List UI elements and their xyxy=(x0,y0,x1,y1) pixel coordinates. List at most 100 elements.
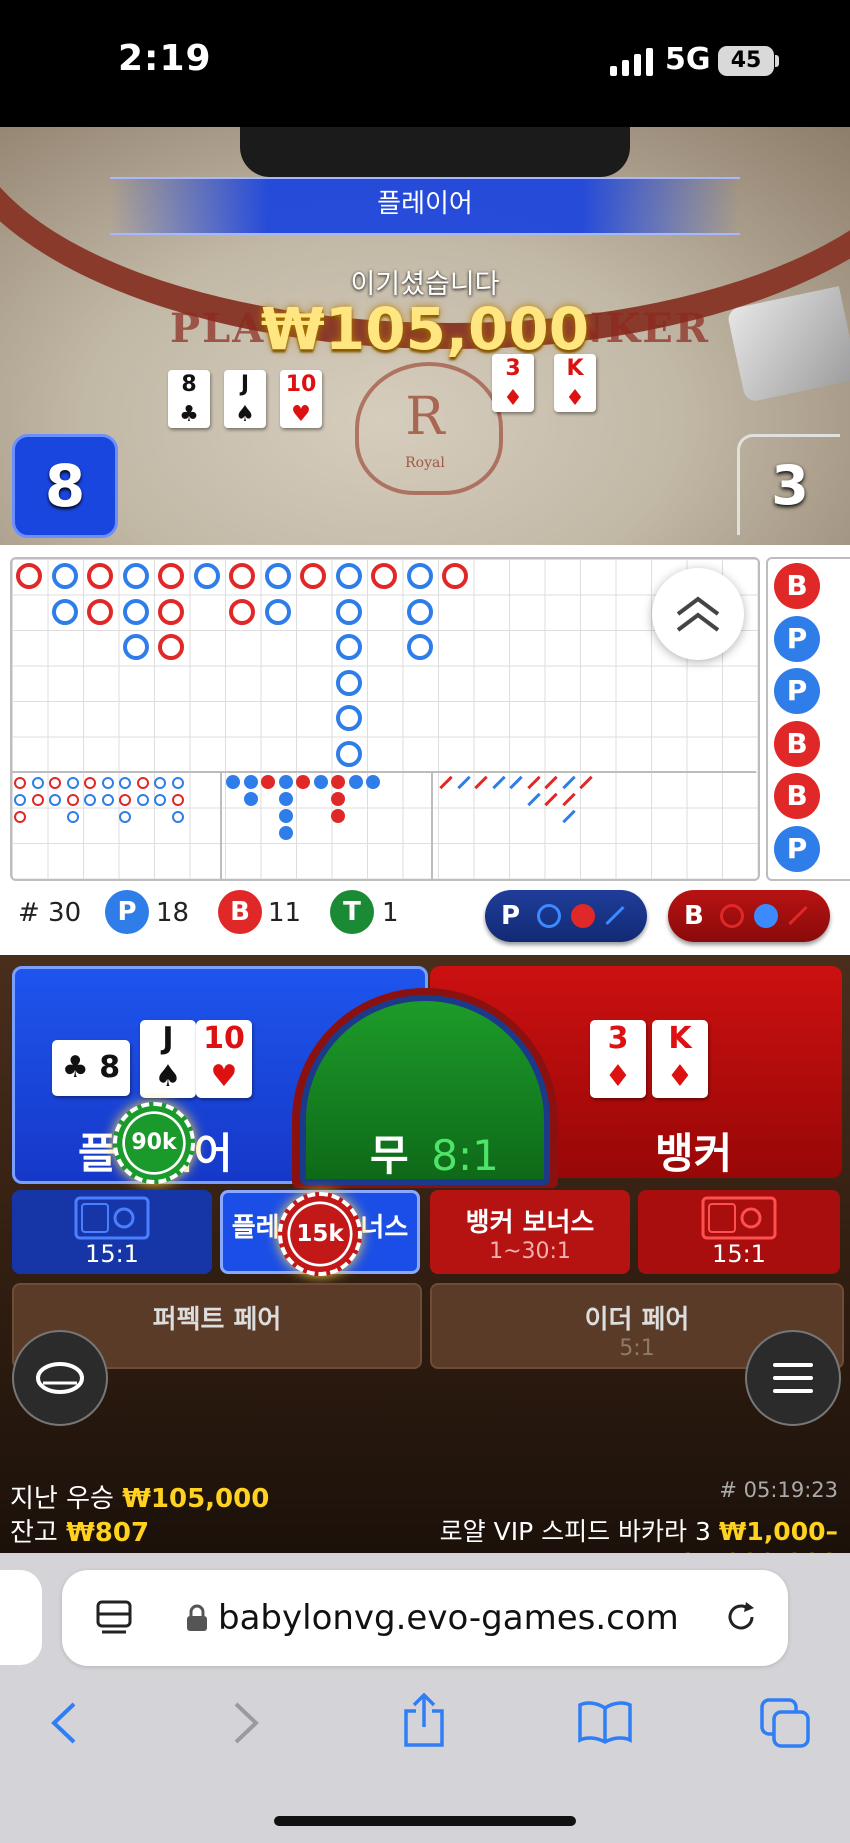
share-icon[interactable] xyxy=(402,1693,446,1747)
predict-slash-icon xyxy=(788,905,808,926)
player-stat-count: 18 xyxy=(156,898,190,928)
derived-road-ring xyxy=(119,794,131,806)
round-id: # 05:19:23 xyxy=(719,1478,838,1502)
banker-score: 3 xyxy=(737,434,840,535)
derived-road-ring xyxy=(171,777,184,789)
battery-icon: 45 xyxy=(718,46,774,76)
url-text[interactable]: babylonvg.evo-games.com xyxy=(218,1598,679,1638)
playing-card: 8 ♣ xyxy=(168,370,210,428)
derived-road-ring xyxy=(101,794,114,806)
playing-card: K ♦ xyxy=(652,1020,708,1098)
derived-road-ring xyxy=(14,811,26,823)
derived-road-dot xyxy=(331,809,345,823)
derived-road-slash xyxy=(579,775,593,790)
tie-label: 무 xyxy=(370,1131,409,1180)
banker-stat-count: 11 xyxy=(268,898,302,928)
player-result-ring xyxy=(406,563,433,589)
derived-road-ring xyxy=(136,777,149,789)
bead-road[interactable]: BPPBBP xyxy=(766,557,850,881)
predict-ring-icon xyxy=(720,904,744,928)
tabs-icon[interactable] xyxy=(760,1698,810,1748)
previous-tab-preview[interactable] xyxy=(0,1570,42,1665)
player-result-ring xyxy=(122,563,149,589)
derived-road-slash xyxy=(561,792,576,807)
derived-road-ring xyxy=(119,777,131,789)
win-amount: ₩105,000 xyxy=(260,295,590,363)
banker-bonus-bet[interactable]: 뱅커 보너스 1~30:1 xyxy=(430,1190,630,1274)
live-video: 플레이어 PLA NKER R Royal 이기셨습니다 ₩105,000 8 ♣… xyxy=(0,127,850,545)
playing-card: 10 ♥ xyxy=(196,1020,252,1098)
banker-result-ring xyxy=(371,563,397,589)
dealer xyxy=(240,127,630,177)
banker-pair-bet[interactable]: 15:1 xyxy=(638,1190,840,1274)
network-label: 5G xyxy=(665,42,711,77)
player-bet-chip[interactable]: 90k xyxy=(113,1102,195,1184)
hamburger-menu-icon xyxy=(773,1363,813,1393)
derived-road-ring xyxy=(66,811,79,823)
back-icon[interactable] xyxy=(48,1700,78,1746)
bead-road-result: B xyxy=(774,773,820,819)
banker-bet-label: 뱅커 xyxy=(655,1129,733,1178)
derived-road-slash xyxy=(439,775,453,790)
round-count: # 30 xyxy=(18,898,82,928)
derived-road-ring xyxy=(136,794,149,806)
playing-card: 3 ♦ xyxy=(492,354,534,412)
tie-stat-count: 1 xyxy=(382,898,399,928)
playing-card: 3 ♦ xyxy=(590,1020,646,1098)
bookmarks-icon[interactable] xyxy=(578,1700,632,1744)
predict-banker-button[interactable]: B xyxy=(668,890,830,942)
player-result-ring xyxy=(51,563,78,589)
perfect-pair-label: 퍼펙트 페어 xyxy=(152,1305,282,1335)
derived-road-dot xyxy=(243,775,258,789)
derived-road-slash xyxy=(474,775,488,790)
collapse-roadmap-button[interactable] xyxy=(652,568,744,660)
derived-road-ring xyxy=(154,777,166,789)
derived-road-ring xyxy=(49,777,61,789)
derived-road-dot xyxy=(278,775,293,789)
crest-word: Royal xyxy=(405,455,445,471)
player-result-ring xyxy=(406,598,433,625)
crest-letter: R xyxy=(405,387,445,447)
derived-road-slash xyxy=(526,792,541,807)
banker-result-ring xyxy=(16,563,42,589)
banker-result-ring xyxy=(229,598,255,625)
bead-road-result: P xyxy=(774,668,820,714)
derived-road-ring xyxy=(14,794,26,806)
derived-road-ring xyxy=(84,794,96,806)
predict-player-button[interactable]: P xyxy=(485,890,647,942)
derived-road-slash xyxy=(509,775,523,790)
chat-bubble-icon xyxy=(36,1362,84,1394)
playing-card: 10 ♥ xyxy=(280,370,322,428)
player-result-ring xyxy=(122,634,149,660)
derived-road-ring xyxy=(171,811,184,823)
forward-icon[interactable] xyxy=(232,1700,262,1746)
derived-road-ring xyxy=(31,777,44,789)
menu-button[interactable] xyxy=(745,1330,841,1426)
derived-road-dot xyxy=(278,826,293,840)
playing-card: ♣ 8 xyxy=(52,1040,130,1096)
derived-road-slash xyxy=(561,809,576,824)
derived-road-dot xyxy=(331,792,345,806)
player-stat-badge: P xyxy=(105,890,149,934)
bead-road-result: B xyxy=(774,563,820,609)
banker-result-ring xyxy=(158,634,184,660)
derived-road-ring xyxy=(154,794,166,806)
bead-road-result: P xyxy=(774,825,820,872)
player-result-ring xyxy=(193,563,220,589)
predict-player-label: P xyxy=(501,901,521,931)
tie-bet-label: 무 8:1 xyxy=(370,1122,499,1183)
derived-road-ring xyxy=(31,794,44,806)
road-divider xyxy=(431,773,433,879)
reload-icon[interactable] xyxy=(722,1598,760,1636)
derived-road-ring xyxy=(84,777,96,789)
banker-pair-icon xyxy=(701,1196,777,1240)
page-menu-icon[interactable] xyxy=(96,1600,132,1638)
player-bonus-chip[interactable]: 15k xyxy=(278,1192,362,1276)
last-win-amount: ₩105,000 xyxy=(122,1484,270,1514)
chat-button[interactable] xyxy=(12,1330,108,1426)
banker-bonus-odds: 1~30:1 xyxy=(489,1239,571,1264)
player-pair-bet[interactable]: 15:1 xyxy=(12,1190,212,1274)
banker-stat-badge: B xyxy=(218,890,262,934)
derived-road-slash xyxy=(491,775,506,790)
last-win: 지난 우승 ₩105,000 xyxy=(10,1478,269,1515)
